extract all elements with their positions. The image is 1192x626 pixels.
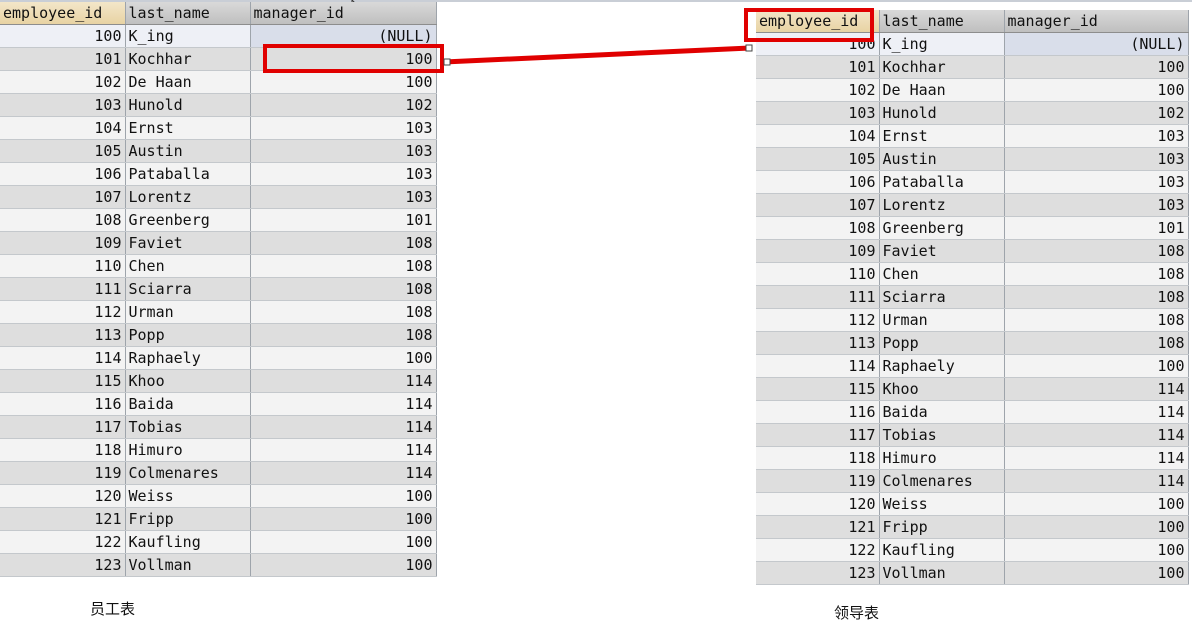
employee-table-caption: 员工表 [90,600,136,618]
connector-handle-end [745,44,753,52]
connector-handle-start [443,58,451,66]
connector-line [443,45,751,65]
manager-table-caption: 领导表 [834,604,880,622]
connector-arrow [443,44,753,66]
